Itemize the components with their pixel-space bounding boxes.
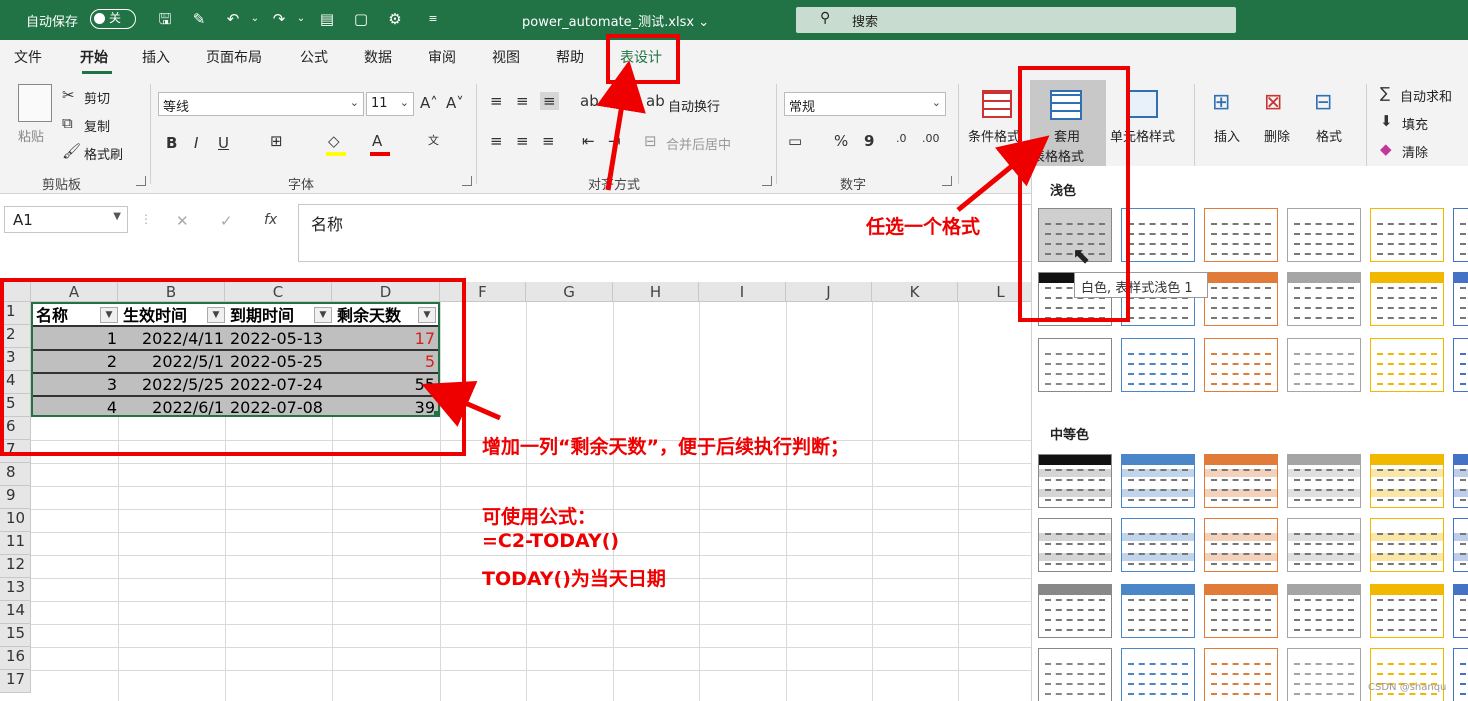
arrow-to-table-design <box>596 60 646 191</box>
annotation-add-column: 增加一列“剩余天数”，便于后续执行判断； <box>482 436 849 458</box>
annotation-formula-intro: 可使用公式： <box>482 506 597 528</box>
annotation-arrows <box>421 60 1050 427</box>
excel-window: 自动保存 关 🖫 ✎ ↶ ⌄ ↷ ⌄ ▤ ▢ ⚙ ≡ power_automat… <box>0 0 1468 701</box>
annotation-today-note: TODAY()为当天日期 <box>482 568 666 590</box>
annotation-choose-format: 任选一个格式 <box>866 216 981 238</box>
arrow-to-format-as-table <box>956 135 1050 212</box>
watermark: CSDN @shanqu <box>1368 682 1447 693</box>
arrow-to-new-column <box>421 380 501 427</box>
annotation-formula: =C2-TODAY() <box>482 530 620 552</box>
